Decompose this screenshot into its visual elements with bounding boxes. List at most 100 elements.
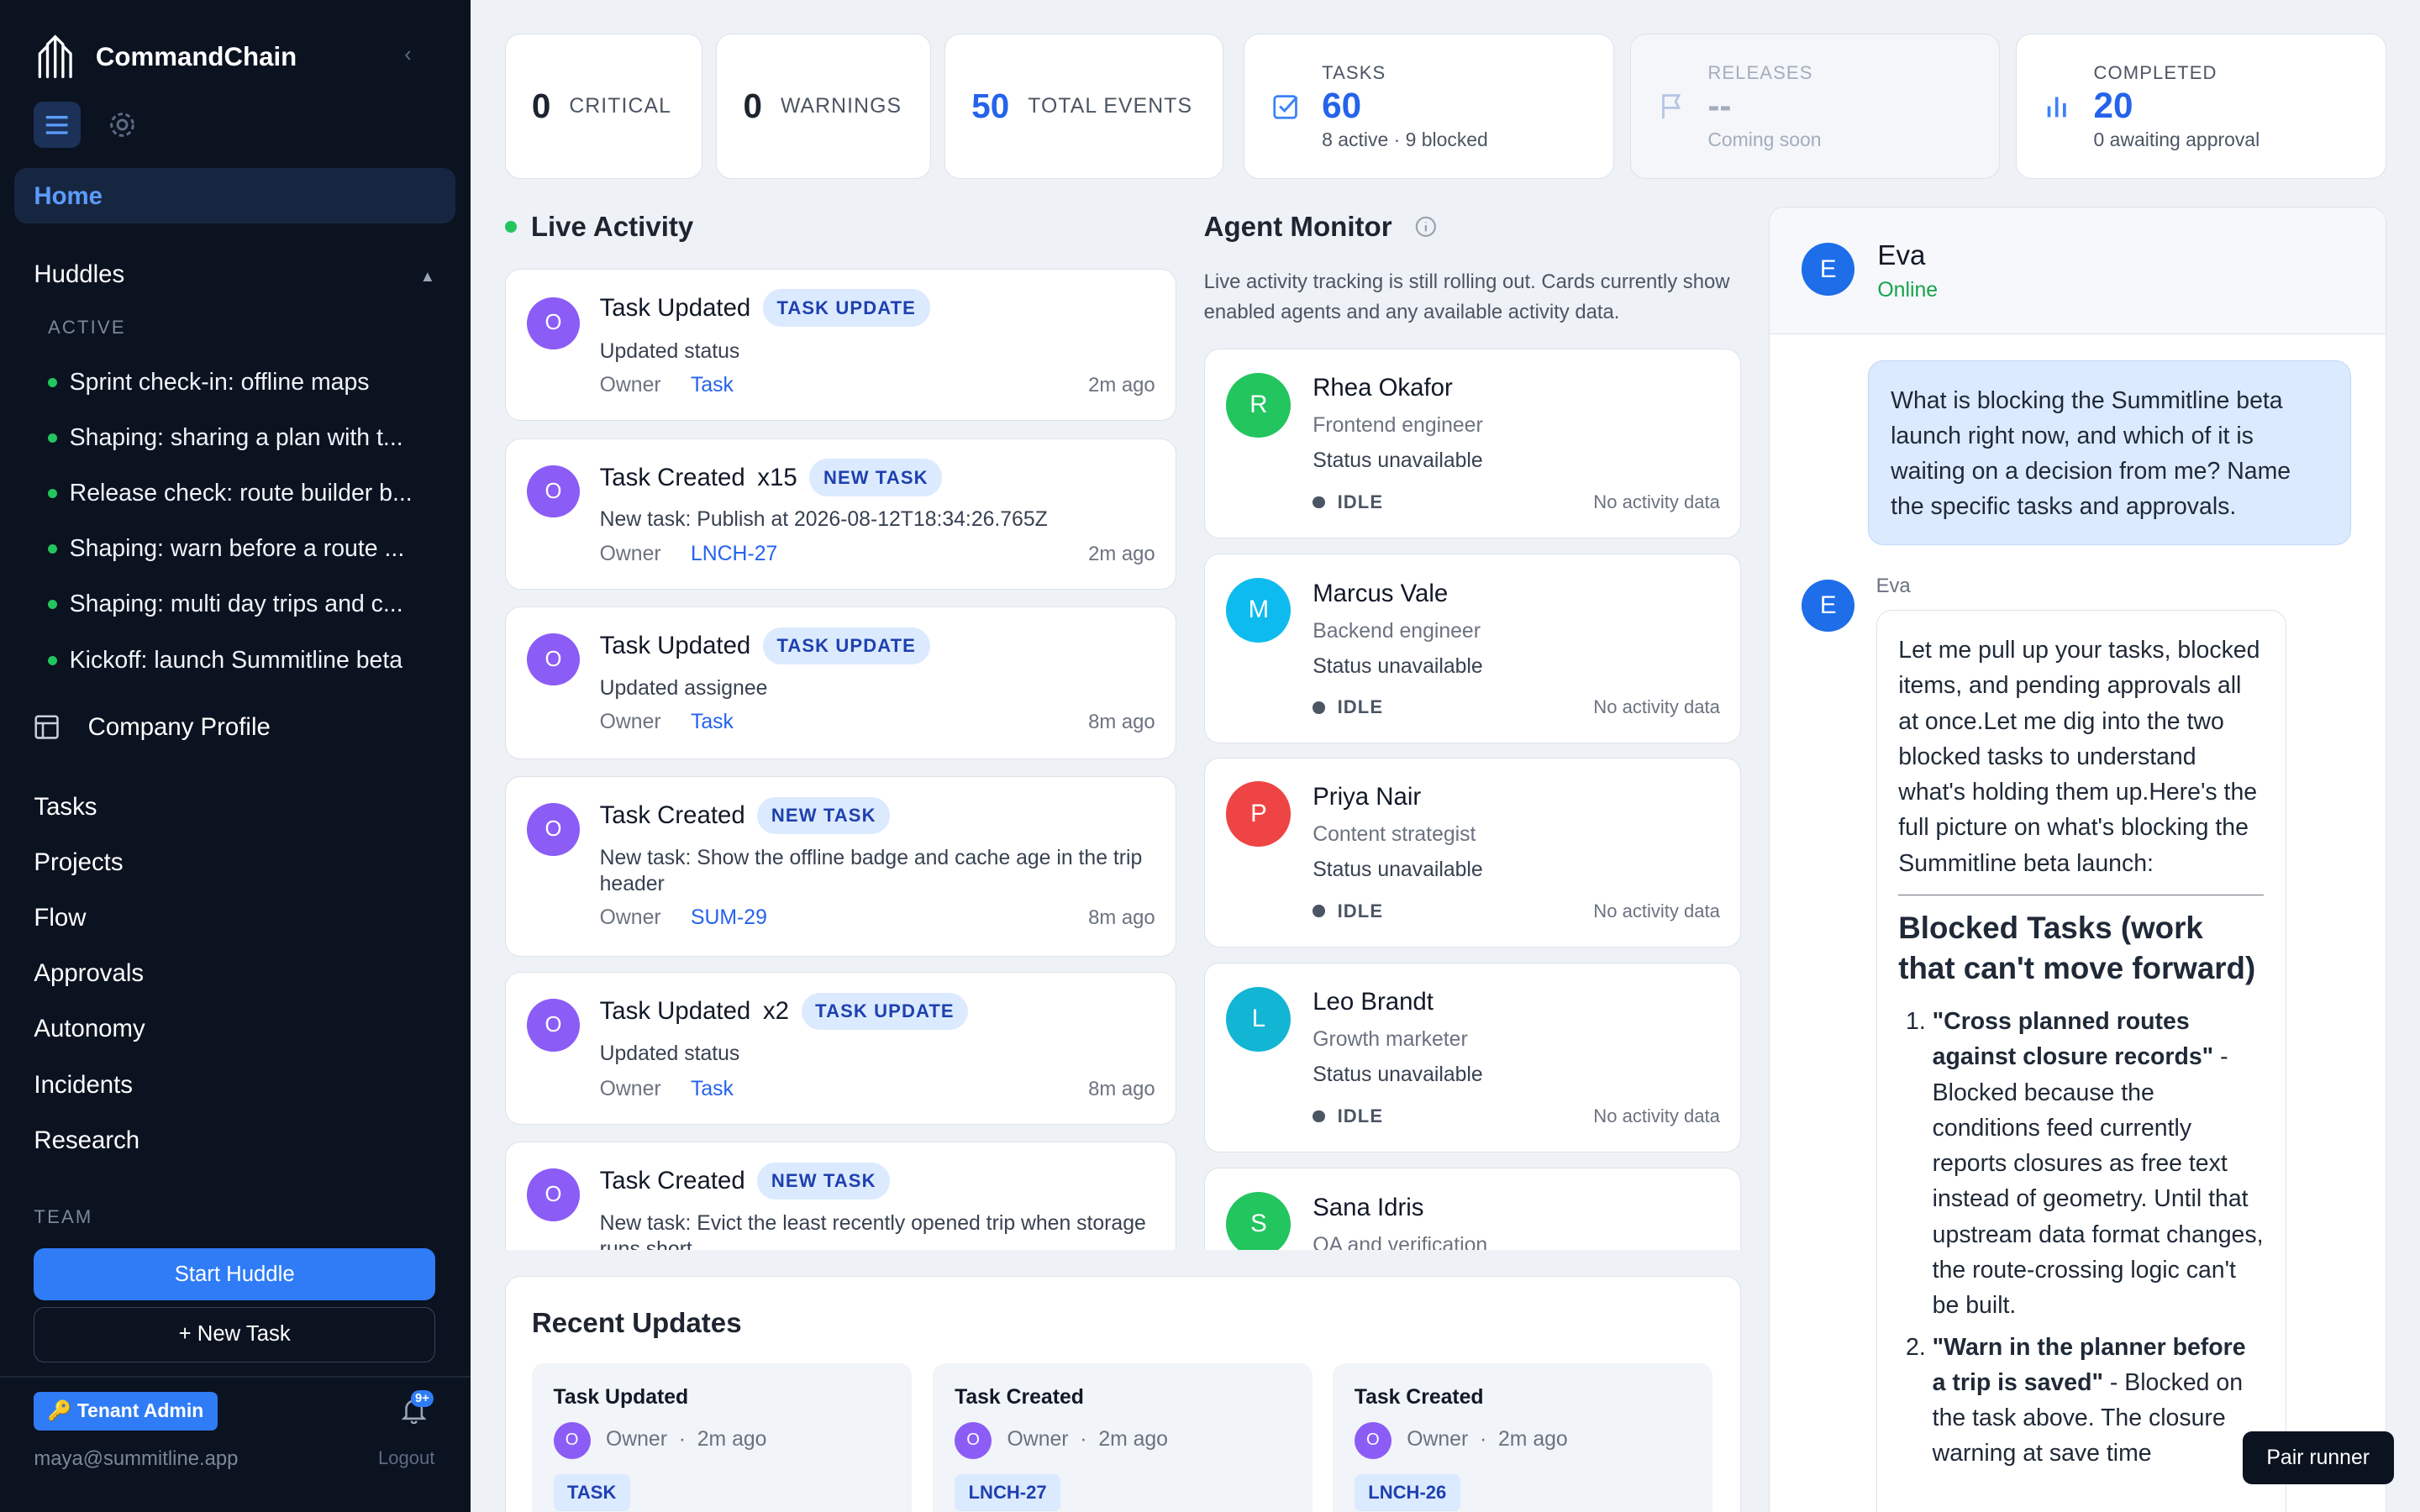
huddles-header[interactable]: Huddles ▲ [34,260,435,289]
online-dot-icon [47,489,57,499]
update-title: Task Updated [553,1386,689,1410]
nav-incidents[interactable]: Incidents [34,1058,145,1114]
timestamp: 2m ago [1088,374,1155,397]
activity-card[interactable]: O Task Created NEW TASK New task: Show th… [504,775,1176,957]
message-intro: Let me pull up your tasks, blocked items… [1898,637,2260,877]
avatar: M [1226,577,1292,643]
agent-status: Status unavailable [1313,654,1483,678]
avatar: O [527,633,580,686]
timestamp: 8m ago [1088,906,1155,930]
avatar: R [1226,372,1292,438]
app-name: CommandChain [95,41,297,71]
stat-total-events[interactable]: 50 TOTAL EVENTS [944,34,1224,180]
update-card[interactable]: Task Updated O Owner · 2m ago TASK [531,1362,912,1512]
avatar: O [527,999,580,1052]
activity-description: Updated status [599,340,740,364]
logout-link[interactable]: Logout [378,1447,434,1469]
list-item: "Warn in the planner before a trip is sa… [1933,1330,2265,1472]
stat-tasks[interactable]: TASKS 60 8 active · 9 blocked [1244,34,1615,180]
agent-card[interactable]: P Priya Nair Content strategist Status u… [1203,757,1741,948]
brand[interactable]: CommandChain [34,34,297,80]
agent-list[interactable]: R Rhea Okafor Frontend engineer Status u… [1203,349,1741,1250]
activity-card[interactable]: O Task Updated TASK UPDATE Updated status… [504,268,1176,422]
update-badge[interactable]: TASK [553,1474,630,1512]
new-task-button[interactable]: + New Task [34,1306,435,1362]
activity-card[interactable]: O Task Created x15 NEW TASK New task: Publ… [504,438,1176,590]
activity-card[interactable]: O Task Updated x2 TASK UPDATE Updated stat… [504,972,1176,1125]
nav-flow[interactable]: Flow [34,892,145,948]
nav-approvals[interactable]: Approvals [34,948,145,1003]
nav-autonomy[interactable]: Autonomy [34,1003,145,1058]
huddle-item[interactable]: Shaping: multi day trips and c... [47,577,437,633]
update-card[interactable]: Task Created O Owner · 2m ago LNCH-26 [1333,1362,1712,1512]
sidebar: CommandChain ‹ Home Huddles ▲ ACTIVE Spr… [0,0,471,1512]
avatar: P [1226,781,1292,847]
owner-label: Owner [599,906,661,930]
update-badge[interactable]: LNCH-27 [955,1474,1061,1512]
user-message: What is blocking the Summitline beta lau… [1868,360,2352,546]
agent-name: Leo Brandt [1313,988,1434,1016]
huddle-item[interactable]: Kickoff: launch Summitline beta [47,633,437,688]
huddles-title: Huddles [34,260,125,289]
nav-projects[interactable]: Projects [34,836,145,891]
agent-card[interactable]: M Marcus Vale Backend engineer Status un… [1203,554,1741,744]
task-link[interactable]: LNCH-27 [691,543,777,566]
update-meta: Owner · 2m ago [1007,1427,1168,1451]
owner-label: Owner [599,710,661,733]
event-badge: NEW TASK [757,1163,891,1200]
agent-name: Eva [1877,239,1926,271]
divider [0,1376,471,1378]
nav-company-profile[interactable]: Company Profile [34,713,271,742]
nav-research[interactable]: Research [34,1114,145,1169]
stat-warnings[interactable]: 0 WARNINGS [716,34,931,180]
info-icon[interactable] [1415,216,1437,238]
event-count: x2 [762,997,789,1026]
caret-up-icon[interactable]: ▲ [420,267,435,290]
huddle-list: Sprint check-in: offline maps Shaping: s… [47,354,437,688]
stat-critical[interactable]: 0 CRITICAL [504,34,702,180]
logo-icon [39,34,73,79]
activity-description: Updated assignee [599,676,768,700]
nav-home[interactable]: Home [13,168,455,224]
nav-tasks[interactable]: Tasks [34,780,145,836]
update-badge[interactable]: LNCH-26 [1354,1474,1460,1512]
update-title: Task Created [955,1386,1084,1410]
start-huddle-button[interactable]: Start Huddle [34,1247,435,1301]
checkbox-icon [1273,95,1298,119]
activity-description: Updated status [599,1042,740,1065]
active-label: ACTIVE [47,316,126,338]
stat-completed[interactable]: COMPLETED 20 0 awaiting approval [2015,34,2386,180]
agent-state: IDLE [1313,900,1383,922]
task-link[interactable]: Task [691,711,734,734]
avatar: S [1226,1191,1292,1250]
agent-status: Status unavailable [1313,449,1483,473]
agent-name: Priya Nair [1313,783,1422,811]
task-link[interactable]: Task [691,1078,734,1101]
collapse-sidebar-icon[interactable]: ‹ [404,43,412,67]
huddle-item[interactable]: Shaping: sharing a plan with t... [47,411,437,466]
live-activity-feed[interactable]: O Task Updated TASK UPDATE Updated status… [504,268,1176,1250]
tenant-admin-badge[interactable]: 🔑 Tenant Admin [34,1391,218,1431]
event-badge: TASK UPDATE [762,289,930,327]
huddle-item[interactable]: Shaping: warn before a route ... [47,522,437,577]
settings-icon[interactable] [99,102,145,148]
list-item: "Cross planned routes against closure re… [1933,1004,2265,1323]
agent-card[interactable]: R Rhea Okafor Frontend engineer Status u… [1203,349,1741,538]
recent-updates-title: Recent Updates [531,1307,742,1339]
online-dot-icon [47,600,57,610]
blocked-task-list: "Cross planned routes against closure re… [1898,1004,2264,1472]
agent-card[interactable]: S Sana Idris QA and verification [1203,1168,1741,1250]
update-title: Task Created [1354,1386,1484,1410]
activity-description: New task: Evict the least recently opene… [599,1211,1146,1250]
agent-card[interactable]: L Leo Brandt Growth marketer Status unav… [1203,963,1741,1152]
pair-runner-button[interactable]: Pair runner [2242,1431,2394,1484]
chat-header: E Eva Online [1769,207,2386,334]
huddle-item[interactable]: Release check: route builder b... [47,466,437,522]
update-card[interactable]: Task Created O Owner · 2m ago LNCH-27 [933,1362,1313,1512]
task-link[interactable]: SUM-29 [691,906,767,930]
menu-icon[interactable] [34,102,81,149]
activity-card[interactable]: O Task Created NEW TASK New task: Evict t… [504,1142,1176,1250]
task-link[interactable]: Task [691,374,734,397]
huddle-item[interactable]: Sprint check-in: offline maps [47,354,437,410]
activity-card[interactable]: O Task Updated TASK UPDATE Updated assign… [504,606,1176,759]
